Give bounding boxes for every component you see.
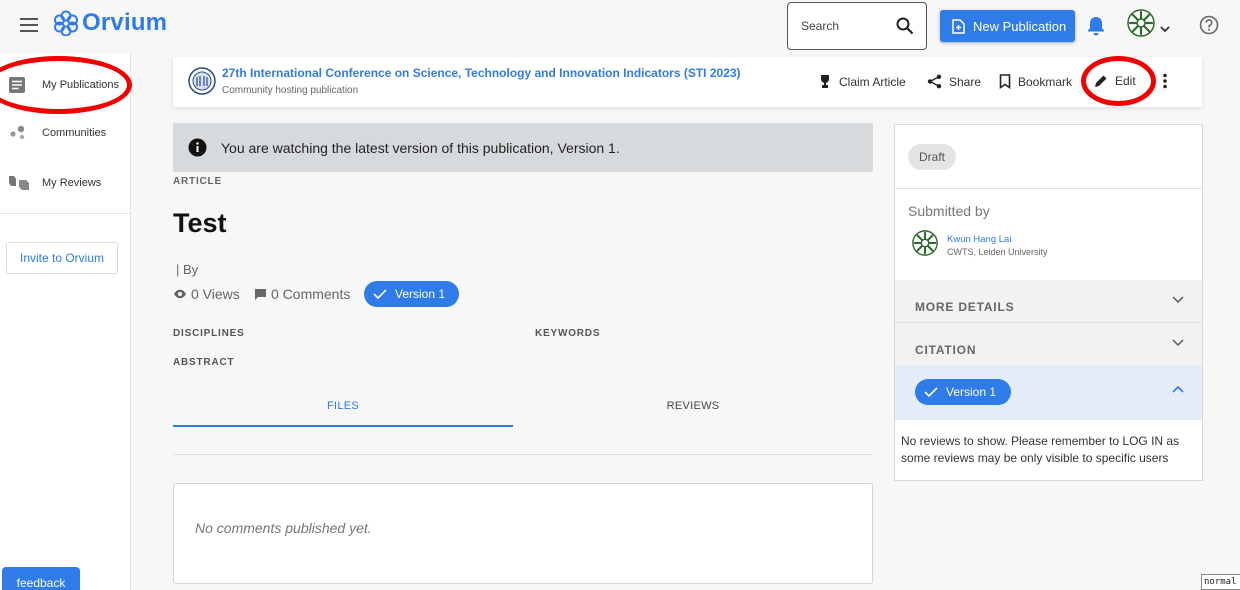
sidebar-item-label: My Reviews — [42, 177, 102, 189]
version-chip[interactable]: Version 1 — [915, 379, 1011, 405]
claim-article-button[interactable]: Claim Article — [818, 74, 906, 89]
top-bar: Orvium New Publication — [0, 0, 1240, 53]
chevron-down-icon — [1172, 296, 1184, 304]
bookmark-icon — [999, 74, 1011, 89]
comments-count: 0 Comments — [254, 286, 350, 302]
tab-files[interactable]: FILES — [173, 392, 513, 427]
author-line: | By — [176, 262, 199, 277]
version-notice: You are watching the latest version of t… — [173, 123, 873, 172]
edit-label: Edit — [1115, 74, 1136, 88]
check-icon — [924, 387, 938, 397]
more-options-button[interactable] — [1163, 73, 1174, 89]
share-icon — [927, 74, 942, 89]
reviews-icon — [8, 174, 32, 192]
author-affiliation: CWTS, Leiden University — [947, 247, 1048, 257]
details-panel: Draft Submitted by Kwun Hang Lai CWTS, L… — [894, 124, 1203, 481]
bookmark-button[interactable]: Bookmark — [999, 74, 1072, 89]
version-notice-text: You are watching the latest version of t… — [221, 139, 620, 156]
search-field[interactable] — [787, 2, 927, 50]
menu-icon[interactable] — [20, 18, 38, 32]
keywords-label: KEYWORDS — [535, 328, 601, 339]
citation-accordion[interactable]: CITATION — [895, 323, 1202, 365]
claim-article-label: Claim Article — [839, 74, 906, 89]
user-avatar[interactable] — [1126, 8, 1156, 38]
author-avatar — [911, 229, 939, 257]
more-vertical-icon — [1163, 73, 1167, 89]
sidebar-item-communities[interactable]: Communities — [0, 113, 131, 153]
chevron-up-icon[interactable] — [1172, 385, 1184, 393]
views-count: 0 Views — [173, 286, 240, 302]
search-input[interactable] — [801, 19, 891, 33]
add-document-icon — [952, 18, 965, 34]
bookmark-label: Bookmark — [1018, 74, 1073, 89]
disciplines-label: DISCIPLINES — [173, 328, 245, 339]
community-logo[interactable] — [188, 67, 216, 95]
eye-icon — [173, 289, 187, 299]
no-comments-text: No comments published yet. — [195, 520, 372, 536]
tab-reviews[interactable]: REVIEWS — [513, 392, 873, 427]
check-icon — [373, 289, 387, 299]
status-badge: Draft — [908, 144, 957, 170]
status-indicator: normal — [1201, 574, 1240, 590]
article-icon — [8, 76, 26, 94]
chevron-down-icon[interactable] — [1160, 20, 1170, 38]
sidebar-item-label: Communities — [42, 127, 107, 139]
author-name-link[interactable]: Kwun Hang Lai — [947, 234, 1011, 245]
versions-accordion: Version 1 — [895, 365, 1202, 420]
info-icon — [188, 138, 207, 157]
no-reviews-text: No reviews to show. Please remember to L… — [901, 434, 1180, 465]
share-button[interactable]: Share — [927, 74, 981, 89]
version-chip[interactable]: Version 1 — [364, 281, 459, 307]
comments-section: No comments published yet. — [173, 483, 873, 584]
submitted-by-label: Submitted by — [908, 203, 990, 219]
brand-name: Orvium — [82, 9, 168, 36]
sidebar-divider — [0, 213, 131, 214]
notifications-bell-icon[interactable] — [1087, 16, 1105, 41]
publication-header: 27th International Conference on Science… — [173, 57, 1202, 107]
more-details-accordion[interactable]: MORE DETAILS — [895, 280, 1202, 322]
edit-button[interactable]: Edit — [1094, 74, 1136, 88]
community-title-link[interactable]: 27th International Conference on Science… — [222, 66, 741, 80]
citation-label: CITATION — [915, 343, 977, 357]
invite-button[interactable]: Invite to Orvium — [6, 242, 118, 274]
chevron-down-icon — [1172, 339, 1184, 347]
search-icon[interactable] — [896, 17, 914, 40]
version-chip-label: Version 1 — [395, 287, 446, 301]
sidebar-item-label: My Publications — [42, 79, 120, 91]
trophy-icon — [818, 74, 832, 89]
content-divider — [173, 454, 873, 455]
comment-icon — [254, 288, 267, 300]
publication-type: ARTICLE — [173, 176, 222, 187]
community-subtitle: Community hosting publication — [222, 85, 359, 96]
sidebar: My Publications Communities My Reviews I… — [0, 53, 131, 590]
feedback-button[interactable]: feedback — [2, 567, 80, 590]
orvium-logo-icon — [54, 10, 78, 36]
sidebar-item-my-reviews[interactable]: My Reviews — [0, 163, 131, 203]
sidebar-item-my-publications[interactable]: My Publications — [0, 65, 131, 105]
views-label: 0 Views — [191, 286, 240, 302]
more-details-label: MORE DETAILS — [915, 300, 1015, 314]
new-publication-label: New Publication — [973, 18, 1067, 34]
pencil-icon — [1094, 74, 1108, 88]
page-title: Test — [173, 208, 227, 238]
communities-icon — [8, 124, 28, 142]
new-publication-button[interactable]: New Publication — [940, 10, 1075, 42]
abstract-label: ABSTRACT — [173, 357, 235, 368]
panel-divider — [895, 188, 1202, 189]
version-chip-label: Version 1 — [946, 385, 997, 399]
share-label: Share — [949, 74, 982, 89]
help-icon[interactable] — [1199, 15, 1219, 40]
comments-label: 0 Comments — [271, 286, 351, 302]
orvium-logo[interactable]: Orvium — [53, 9, 167, 37]
